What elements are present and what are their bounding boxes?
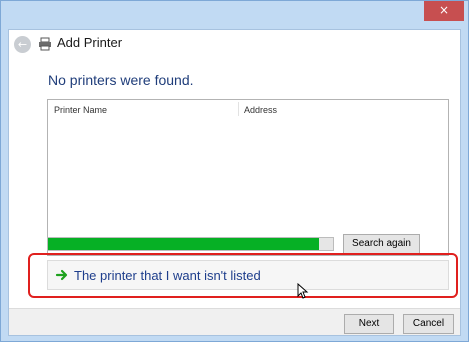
back-arrow-icon: ← [17,38,28,51]
printer-list[interactable]: Printer Name Address [47,99,449,256]
dialog-body: ← Add Printer No printers were found. Pr… [8,29,461,336]
next-button[interactable]: Next [344,314,394,334]
title-bar: × [1,1,468,29]
search-progress-bar [47,237,334,251]
progress-fill [48,238,319,250]
printer-icon [39,37,51,51]
search-again-button[interactable]: Search again [343,234,420,254]
cancel-button[interactable]: Cancel [403,314,454,334]
printer-not-listed-label: The printer that I want isn't listed [74,268,261,283]
page-title: No printers were found. [48,72,194,88]
column-header-address[interactable]: Address [244,105,277,115]
column-divider [238,102,239,116]
add-printer-window: × ← Add Printer No printers were found. … [0,0,469,342]
mouse-cursor-icon [297,283,309,299]
window-title: Add Printer [57,35,123,50]
column-header-printer-name[interactable]: Printer Name [54,105,107,115]
back-button[interactable]: ← [14,36,31,53]
close-button[interactable]: × [424,1,464,21]
printer-not-listed-link[interactable]: The printer that I want isn't listed [47,260,449,290]
green-arrow-icon [55,269,68,281]
close-icon: × [438,3,450,17]
dialog-footer: Next Cancel [9,308,460,335]
